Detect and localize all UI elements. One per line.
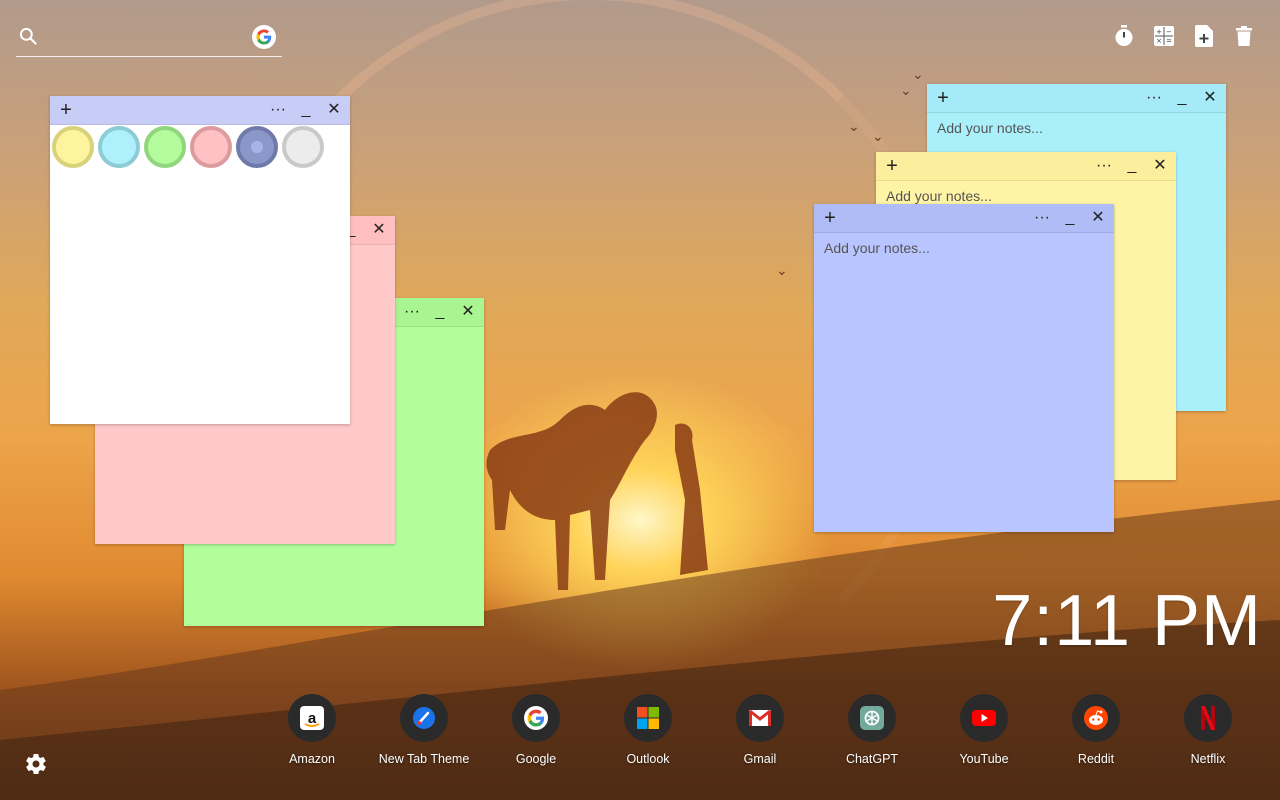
chatgpt-icon — [848, 694, 896, 742]
sticky-note-blue[interactable]: + ··· _ ✕ Add your notes... — [814, 204, 1114, 532]
more-options-icon[interactable]: ··· — [1144, 86, 1164, 110]
bird-icon: ⌄ — [848, 118, 860, 134]
calculator-icon: + − × = — [1154, 26, 1174, 46]
minimize-icon[interactable]: _ — [296, 98, 316, 122]
color-swatch-gray[interactable] — [282, 126, 324, 168]
delete-button[interactable] — [1234, 24, 1254, 48]
close-icon[interactable]: ✕ — [324, 98, 344, 122]
camel-silhouette — [486, 392, 708, 590]
settings-gear-icon[interactable] — [24, 752, 48, 776]
youtube-icon — [960, 694, 1008, 742]
shortcut-label: Netflix — [1190, 752, 1226, 766]
trash-icon — [1236, 26, 1252, 46]
close-icon[interactable]: ✕ — [1200, 86, 1220, 110]
clock-time: 7:11 PM — [992, 581, 1262, 661]
note-text[interactable]: Add your notes... — [886, 188, 1166, 204]
svg-text:a: a — [308, 710, 317, 727]
more-options-icon[interactable]: ··· — [1094, 154, 1114, 178]
more-options-icon[interactable]: ··· — [268, 98, 288, 122]
shortcut-label: Google — [515, 752, 557, 766]
more-options-icon[interactable]: ··· — [1032, 206, 1052, 230]
toolbar: + − × = — [1114, 24, 1254, 48]
shortcut-label: Amazon — [289, 752, 335, 766]
add-note-icon[interactable]: + — [933, 86, 953, 110]
minimize-icon[interactable]: _ — [430, 300, 450, 324]
calculator-button[interactable]: + − × = — [1154, 24, 1174, 48]
color-palette — [52, 126, 324, 168]
timer-button[interactable] — [1114, 24, 1134, 48]
search-input[interactable] — [48, 24, 252, 52]
note-header: + ··· _ ✕ — [927, 84, 1226, 113]
amazon-icon: a — [288, 694, 336, 742]
add-note-icon[interactable]: + — [56, 98, 76, 122]
search-icon[interactable] — [18, 26, 38, 46]
new-tab-theme-icon — [400, 694, 448, 742]
note-text[interactable]: Add your notes... — [937, 120, 1216, 136]
color-swatch-pink[interactable] — [190, 126, 232, 168]
bird-icon: ⌄ — [776, 262, 788, 278]
shortcut-youtube[interactable]: YouTube — [928, 694, 1040, 766]
svg-text:=: = — [1166, 37, 1172, 45]
more-options-icon[interactable]: ··· — [402, 300, 422, 324]
shortcut-outlook[interactable]: Outlook — [592, 694, 704, 766]
close-icon[interactable]: ✕ — [458, 300, 478, 324]
search-bar — [16, 22, 282, 57]
shortcut-netflix[interactable]: Netflix — [1152, 694, 1264, 766]
minimize-icon[interactable]: _ — [1172, 86, 1192, 110]
color-swatch-yellow[interactable] — [52, 126, 94, 168]
shortcut-new-tab-theme[interactable]: New Tab Theme — [368, 694, 480, 766]
shortcut-label: YouTube — [959, 752, 1009, 766]
shortcut-google[interactable]: Google — [480, 694, 592, 766]
note-header: + ··· _ ✕ — [814, 204, 1114, 233]
note-header: + ··· _ ✕ — [876, 152, 1176, 181]
shortcut-label: Outlook — [626, 752, 670, 766]
bird-icon: ⌄ — [900, 82, 912, 98]
add-note-icon[interactable]: + — [820, 206, 840, 230]
close-icon[interactable]: ✕ — [369, 218, 389, 242]
bird-icon: ⌄ — [872, 128, 884, 144]
note-text[interactable]: Add your notes... — [824, 240, 1104, 256]
timer-icon — [1115, 25, 1133, 46]
add-note-button[interactable] — [1194, 24, 1214, 48]
google-icon — [512, 694, 560, 742]
shortcut-bar: a Amazon New Tab Theme Google Outlook Gm… — [256, 694, 1264, 766]
close-icon[interactable]: ✕ — [1150, 154, 1170, 178]
svg-text:+: + — [1156, 28, 1162, 36]
minimize-icon[interactable]: _ — [1060, 206, 1080, 230]
bird-icon: ⌄ — [912, 66, 924, 82]
outlook-icon — [624, 694, 672, 742]
shortcut-gmail[interactable]: Gmail — [704, 694, 816, 766]
gmail-icon — [736, 694, 784, 742]
shortcut-label: ChatGPT — [845, 752, 899, 766]
shortcut-label: Reddit — [1077, 752, 1115, 766]
svg-text:−: − — [1166, 28, 1172, 36]
google-search-icon[interactable] — [252, 25, 276, 49]
shortcut-label: Gmail — [743, 752, 777, 766]
shortcut-label: New Tab Theme — [378, 752, 470, 766]
minimize-icon[interactable]: _ — [1122, 154, 1142, 178]
reddit-icon — [1072, 694, 1120, 742]
sticky-note-color-picker[interactable]: + ··· _ ✕ — [50, 96, 350, 424]
color-swatch-green[interactable] — [144, 126, 186, 168]
shortcut-reddit[interactable]: Reddit — [1040, 694, 1152, 766]
add-note-icon — [1195, 25, 1213, 47]
shortcut-amazon[interactable]: a Amazon — [256, 694, 368, 766]
svg-text:×: × — [1156, 37, 1162, 45]
note-header: + ··· _ ✕ — [50, 96, 350, 125]
add-note-icon[interactable]: + — [882, 154, 902, 178]
netflix-icon — [1184, 694, 1232, 742]
shortcut-chatgpt[interactable]: ChatGPT — [816, 694, 928, 766]
close-icon[interactable]: ✕ — [1088, 206, 1108, 230]
color-swatch-blue-selected[interactable] — [236, 126, 278, 168]
color-swatch-cyan[interactable] — [98, 126, 140, 168]
